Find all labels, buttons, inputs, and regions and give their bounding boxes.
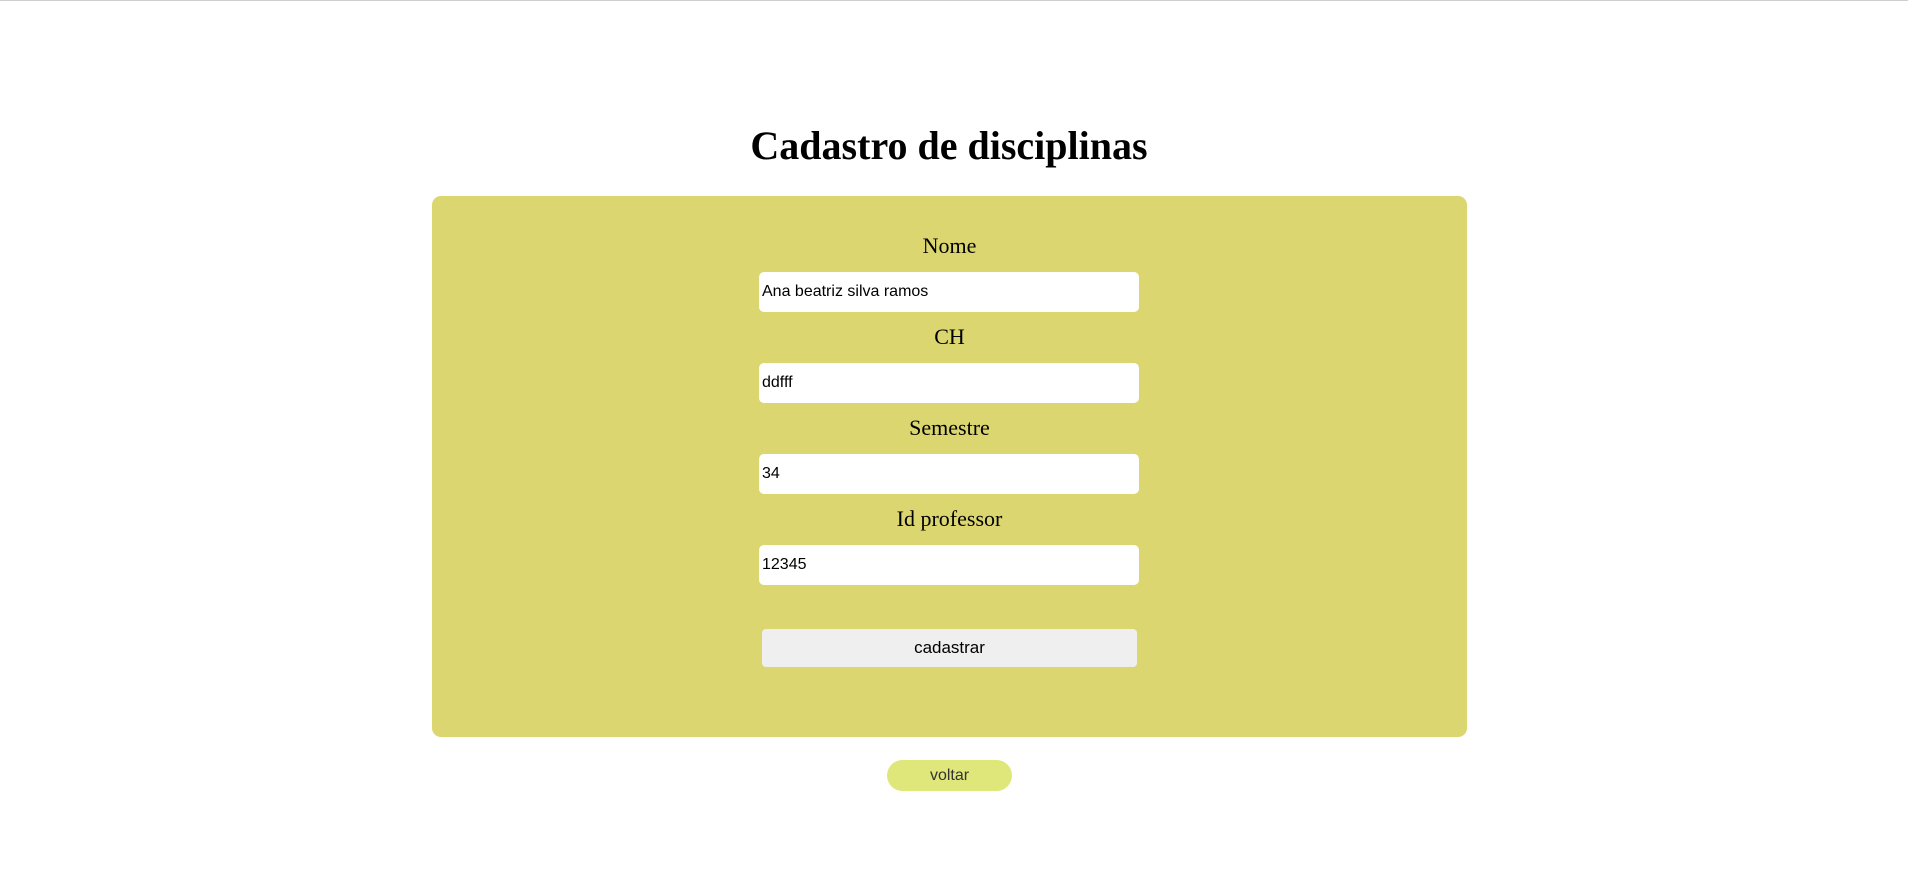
discipline-form: Nome CH Semestre Id professor cadastrar xyxy=(432,196,1467,737)
nome-input[interactable] xyxy=(759,272,1139,312)
cadastrar-button[interactable]: cadastrar xyxy=(762,629,1137,667)
top-border xyxy=(0,0,1908,1)
semestre-input[interactable] xyxy=(759,454,1139,494)
ch-label: CH xyxy=(934,324,965,349)
voltar-button[interactable]: voltar xyxy=(887,760,1012,791)
ch-input[interactable] xyxy=(759,363,1139,403)
semestre-label: Semestre xyxy=(909,415,990,440)
page-title: Cadastro de disciplinas xyxy=(750,123,1148,168)
id-professor-label: Id professor xyxy=(896,506,1003,531)
id-professor-input[interactable] xyxy=(759,545,1139,585)
nome-label: Nome xyxy=(922,233,977,258)
